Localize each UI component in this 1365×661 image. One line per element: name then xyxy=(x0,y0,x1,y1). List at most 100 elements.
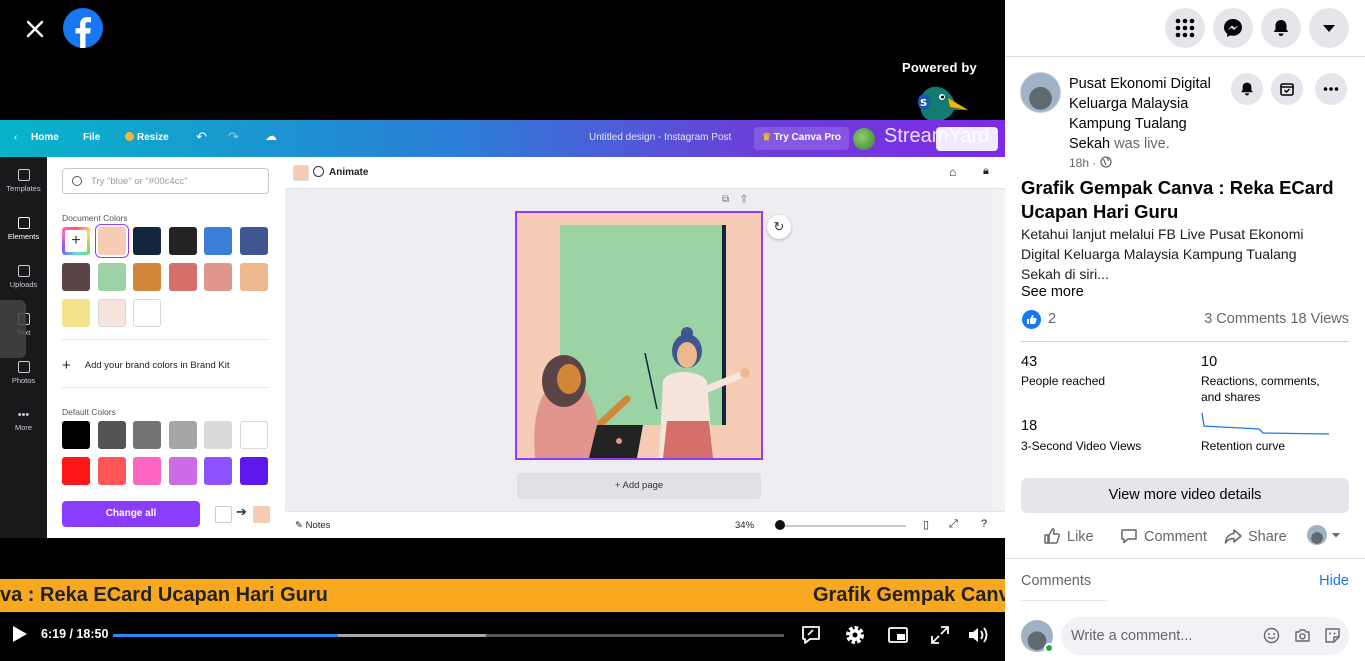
change-all-button[interactable]: Change all xyxy=(62,501,200,527)
settings-gear-icon[interactable] xyxy=(843,623,867,647)
canva-user-avatar[interactable] xyxy=(853,128,875,150)
undo-icon[interactable]: ↶ xyxy=(196,129,207,145)
color-swatch[interactable] xyxy=(239,227,268,255)
page-actions-icon[interactable]: ⧉⇪ xyxy=(722,194,759,205)
hide-comments-link[interactable]: Hide xyxy=(1319,573,1349,589)
color-swatch[interactable] xyxy=(168,421,197,449)
color-search-input[interactable]: Try "blue" or "#00c4cc" xyxy=(62,168,269,194)
rail-elements[interactable]: Elements xyxy=(0,217,47,241)
color-swatch[interactable] xyxy=(204,263,232,291)
color-swatch[interactable] xyxy=(168,227,197,255)
design-artboard[interactable] xyxy=(515,211,763,460)
save-post-button[interactable] xyxy=(1271,73,1303,105)
rail-uploads[interactable]: Uploads xyxy=(0,265,47,289)
like-reaction-icon[interactable] xyxy=(1022,310,1041,329)
volume-icon[interactable] xyxy=(966,623,990,647)
color-swatch[interactable] xyxy=(97,421,126,449)
thumbs-up-icon xyxy=(1027,314,1037,324)
color-swatch[interactable] xyxy=(97,299,126,327)
fullscreen-icon[interactable]: ⤢ xyxy=(949,518,958,531)
notes-button[interactable]: ✎ Notes xyxy=(295,520,330,531)
color-swatch[interactable] xyxy=(133,299,161,327)
lock-icon[interactable]: 🔒︎ xyxy=(983,165,989,178)
rail-more[interactable]: ••• More xyxy=(0,409,47,432)
sticker-icon[interactable] xyxy=(1324,627,1341,644)
close-button[interactable] xyxy=(18,12,52,46)
play-icon[interactable] xyxy=(12,625,28,643)
add-brand-colors-link[interactable]: + Add your brand colors in Brand Kit xyxy=(62,357,229,374)
rail-templates[interactable]: Templates xyxy=(0,169,47,193)
color-swatch[interactable] xyxy=(62,263,90,291)
comment-button[interactable]: Comment xyxy=(1120,527,1207,545)
more-options-button[interactable] xyxy=(1315,73,1347,105)
color-swatch[interactable] xyxy=(133,263,161,291)
drag-handle-icon[interactable] xyxy=(0,300,26,358)
notify-bell-button[interactable] xyxy=(1231,73,1263,105)
color-swatch[interactable] xyxy=(204,421,232,449)
see-more-link[interactable]: See more xyxy=(1021,284,1084,300)
color-swatch[interactable] xyxy=(204,457,232,485)
color-swatch[interactable] xyxy=(97,227,126,255)
facebook-logo-icon[interactable] xyxy=(63,8,103,48)
like-button[interactable]: Like xyxy=(1043,527,1094,545)
share-icon xyxy=(1224,529,1242,544)
svg-text:S: S xyxy=(920,98,927,109)
color-swatch[interactable] xyxy=(239,421,268,449)
paint-format-icon[interactable]: ⌂ xyxy=(949,165,956,179)
progress-bar[interactable] xyxy=(113,634,784,637)
view-more-details-button[interactable]: View more video details xyxy=(1021,478,1349,513)
color-swatch[interactable] xyxy=(239,263,268,291)
zoom-slider[interactable] xyxy=(780,525,906,527)
post-time[interactable]: 18h · xyxy=(1069,156,1112,170)
help-icon[interactable]: ? xyxy=(981,518,987,530)
notifications-button[interactable] xyxy=(1261,8,1301,48)
fill-color-swatch[interactable] xyxy=(293,165,309,181)
color-swatch[interactable] xyxy=(133,421,161,449)
page-avatar[interactable] xyxy=(1020,72,1061,113)
color-swatch[interactable] xyxy=(62,457,90,485)
share-as-selector[interactable] xyxy=(1307,525,1341,545)
canva-resize-button[interactable]: Resize xyxy=(125,132,169,143)
reaction-count[interactable]: 2 xyxy=(1048,311,1056,327)
messenger-button[interactable] xyxy=(1213,8,1253,48)
color-swatch[interactable] xyxy=(168,457,197,485)
canva-home-link[interactable]: Home xyxy=(31,132,59,143)
retention-curve-chart[interactable] xyxy=(1201,412,1329,436)
rail-photos[interactable]: Photos xyxy=(0,361,47,385)
design-title[interactable]: Untitled design - Instagram Post xyxy=(589,132,731,143)
color-swatch[interactable] xyxy=(62,299,90,327)
emoji-icon[interactable] xyxy=(1263,627,1280,644)
animate-button[interactable]: Animate xyxy=(313,166,368,178)
try-canva-pro-button[interactable]: ♛ Try Canva Pro xyxy=(754,127,850,150)
page-view-icon[interactable]: ▯ xyxy=(923,518,929,531)
back-chevron-icon[interactable]: ‹ xyxy=(14,132,17,143)
reactions-value: 10 xyxy=(1201,354,1218,370)
camera-icon[interactable] xyxy=(1294,627,1311,644)
color-swatch[interactable] xyxy=(62,421,90,449)
fullscreen-icon[interactable] xyxy=(928,623,952,647)
color-swatch[interactable] xyxy=(97,263,126,291)
comments-views-count[interactable]: 3 Comments 18 Views xyxy=(1204,311,1349,327)
share-button[interactable]: Share xyxy=(1224,527,1287,545)
color-swatch[interactable] xyxy=(97,457,126,485)
zoom-slider-knob[interactable] xyxy=(775,520,785,530)
post-description: Ketahui lanjut melalui FB Live Pusat Eko… xyxy=(1021,226,1304,282)
color-swatch[interactable] xyxy=(133,457,161,485)
redo-icon[interactable]: ↷ xyxy=(228,129,239,145)
picture-in-picture-icon[interactable] xyxy=(886,623,910,647)
color-swatch[interactable] xyxy=(204,227,232,255)
add-color-button[interactable]: + xyxy=(62,227,90,255)
cloud-save-icon[interactable]: ☁ xyxy=(265,129,277,143)
menu-button[interactable] xyxy=(1165,8,1205,48)
color-swatch[interactable] xyxy=(168,263,197,291)
canva-file-menu[interactable]: File xyxy=(83,132,100,143)
comment-input[interactable]: Write a comment... xyxy=(1061,617,1349,655)
color-swatch[interactable] xyxy=(239,457,268,485)
account-button[interactable] xyxy=(1309,8,1349,48)
add-page-button[interactable]: + Add page xyxy=(517,473,761,499)
captions-icon[interactable] xyxy=(799,623,823,647)
color-swatch[interactable] xyxy=(133,227,161,255)
canva-share-button[interactable] xyxy=(936,127,998,151)
zoom-level: 34% xyxy=(735,520,755,531)
regenerate-icon[interactable]: ↻ xyxy=(767,215,791,239)
